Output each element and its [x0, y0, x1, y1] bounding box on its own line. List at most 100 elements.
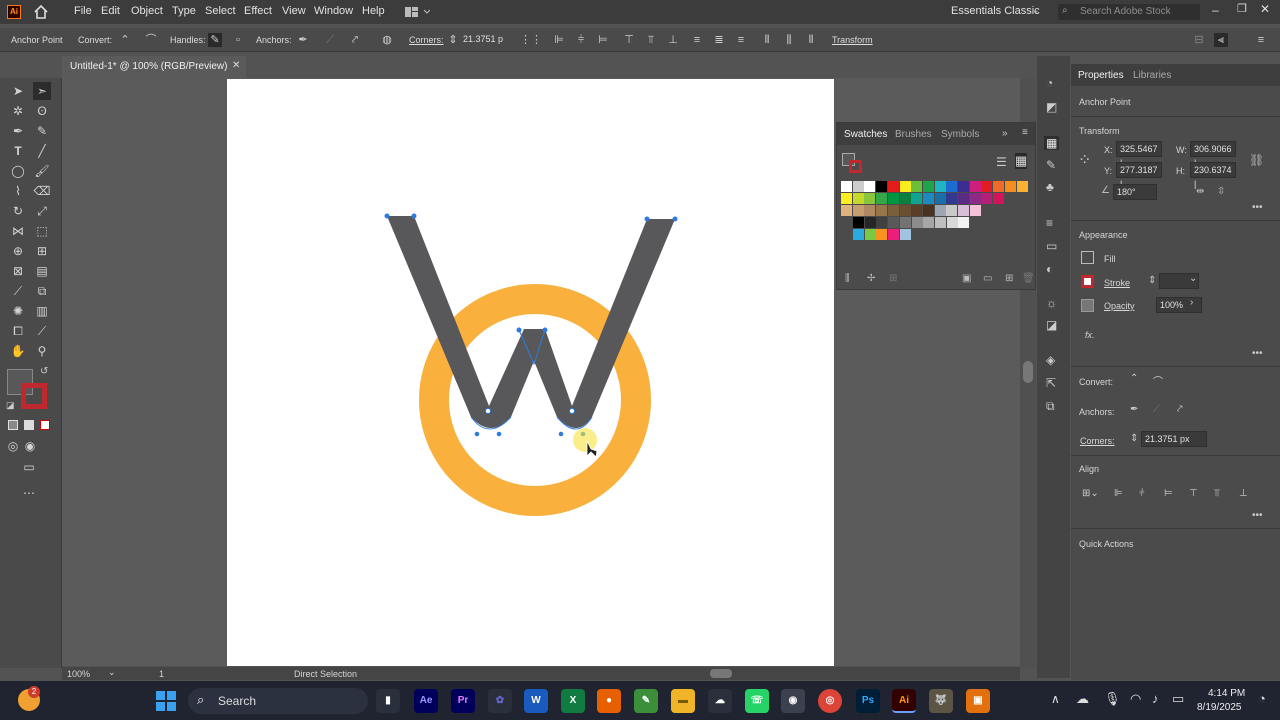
color-swatch[interactable] [993, 193, 1005, 204]
width-tool-icon[interactable]: ⋈ [9, 222, 27, 240]
gradient-panel-icon[interactable]: ▭ [1046, 239, 1057, 253]
flip-horizontal-icon[interactable]: ⇹ [1196, 186, 1204, 197]
new-color-group-icon[interactable]: ▣ [962, 273, 971, 284]
color-swatch[interactable] [876, 205, 888, 216]
color-swatch[interactable] [864, 229, 876, 240]
menu-help[interactable]: Help [362, 5, 385, 17]
color-mode-icon[interactable] [8, 420, 18, 430]
clock-date[interactable]: 8/19/2025 [1197, 702, 1242, 713]
menu-file[interactable]: File [74, 5, 92, 17]
color-swatch[interactable] [841, 205, 852, 216]
swatch-grid[interactable] [841, 181, 1028, 261]
mesh-tool-icon[interactable]: ⊠ [9, 262, 27, 280]
color-swatch[interactable] [946, 181, 958, 192]
firefox-icon[interactable]: ● [597, 689, 621, 713]
tab-swatches[interactable]: Swatches [844, 129, 887, 140]
battery-icon[interactable]: ▭ [1172, 691, 1184, 707]
fx-button[interactable]: fx. [1085, 330, 1095, 340]
list-view-icon[interactable]: ☰ [996, 155, 1007, 169]
color-swatch[interactable] [852, 193, 864, 204]
restore-icon[interactable]: ❐ [1237, 2, 1247, 15]
appearance-icon[interactable]: ☼ [1046, 296, 1057, 310]
home-icon[interactable] [33, 4, 49, 20]
blend-tool-icon[interactable]: ⧉ [33, 282, 51, 300]
notepad-icon[interactable]: ✎ [634, 689, 658, 713]
graph-tool-icon[interactable]: ▥ [33, 302, 51, 320]
color-swatch[interactable] [923, 217, 935, 228]
swatch-libraries-icon[interactable]: ⫼ [845, 273, 850, 284]
task-view-icon[interactable]: ▮ [376, 689, 400, 713]
arrange-documents-icon[interactable] [404, 6, 431, 18]
color-swatch[interactable] [887, 181, 899, 192]
artboards-icon[interactable]: ⧉ [1046, 399, 1055, 414]
color-swatch[interactable] [969, 193, 981, 204]
file-explorer-icon[interactable]: ▬ [671, 689, 695, 713]
color-swatch[interactable] [958, 205, 969, 216]
show-handles-icon[interactable]: ✎ [208, 33, 222, 47]
color-swatch[interactable] [911, 205, 923, 216]
taskbar-search[interactable]: ⌕ Search [188, 688, 368, 714]
artboard-number[interactable]: 1 [159, 669, 164, 679]
color-swatch[interactable] [876, 181, 888, 192]
color-swatch[interactable] [934, 181, 946, 192]
volume-icon[interactable]: ♪ [1152, 691, 1159, 706]
color-swatch[interactable] [852, 181, 864, 192]
color-swatch[interactable] [888, 217, 900, 228]
color-swatch[interactable] [864, 193, 876, 204]
select-similar-icon[interactable]: ⋮⋮ [520, 33, 542, 47]
swatch-options-icon[interactable]: ⊞ [889, 273, 897, 284]
color-swatch[interactable] [899, 205, 911, 216]
brushes-icon[interactable]: ✎ [1046, 158, 1056, 172]
more-options-icon[interactable]: ••• [1252, 348, 1263, 359]
stroke-swatch[interactable] [21, 383, 47, 409]
curvature-tool-icon[interactable]: ✎ [33, 122, 51, 140]
corners-stepper[interactable]: ⇕ [446, 33, 460, 47]
isolate-icon[interactable]: ⤤ [1177, 404, 1183, 415]
color-swatch[interactable] [934, 217, 946, 228]
show-hidden-icons[interactable]: ∧ [1051, 692, 1060, 706]
change-screen-mode-icon[interactable]: ▭ [20, 458, 38, 476]
gimp-icon[interactable]: 🐺 [929, 689, 953, 713]
gradient-mode-icon[interactable] [24, 420, 34, 430]
cut-path-icon[interactable]: ⟋ [323, 33, 337, 47]
direct-selection-tool-icon[interactable]: ➣ [33, 82, 51, 100]
corners-input[interactable]: 21.3751 px [1141, 431, 1207, 447]
chevron-right-icon[interactable]: › [1190, 297, 1193, 308]
stroke-weight-stepper[interactable]: ⇕ [1148, 275, 1156, 286]
stroke-swatch-small[interactable] [1081, 275, 1094, 288]
new-folder-icon[interactable]: ▭ [983, 273, 992, 284]
shaper-tool-icon[interactable]: ⌇ [9, 182, 27, 200]
wifi-icon[interactable]: ◠ [1130, 691, 1141, 707]
remove-anchor-icon[interactable]: ✒ [296, 33, 310, 47]
convert-to-smooth-icon[interactable]: ⌒ [1153, 373, 1163, 388]
layers-icon[interactable]: ◈ [1046, 353, 1055, 367]
align-vcenter-icon[interactable]: ⫪ [1214, 488, 1220, 499]
close-tab-icon[interactable]: ✕ [232, 60, 240, 71]
swap-fill-stroke-icon[interactable]: ↺ [40, 366, 48, 377]
distribute-top-icon[interactable]: ≡ [690, 33, 704, 47]
grid-view-icon[interactable]: ▦ [1015, 153, 1028, 169]
shape-builder-tool-icon[interactable]: ⊕ [9, 242, 27, 260]
zoom-level[interactable]: 100% [67, 669, 90, 679]
gradient-tool-icon[interactable]: ▤ [33, 262, 51, 280]
cut-path-icon[interactable]: ⟋ [1153, 404, 1160, 415]
align-bottom-icon[interactable]: ⊥ [666, 33, 680, 47]
zoom-tool-icon[interactable]: ⚲ [33, 342, 51, 360]
color-swatch[interactable] [864, 205, 876, 216]
menu-object[interactable]: Object [131, 5, 163, 17]
y-input[interactable]: 277.3187 | [1116, 162, 1162, 189]
menu-edit[interactable]: Edit [101, 5, 120, 17]
corners-label[interactable]: Corners: [1080, 436, 1115, 446]
perspective-grid-tool-icon[interactable]: ⊞ [33, 242, 51, 260]
new-swatch-icon[interactable]: ⊞ [1005, 273, 1013, 284]
color-swatch[interactable] [934, 193, 946, 204]
illustrator-app[interactable]: Ai [892, 689, 916, 713]
show-kinds-icon[interactable]: ✢ [867, 273, 875, 284]
convert-to-smooth-icon[interactable]: ⌒ [144, 33, 158, 47]
symbol-sprayer-tool-icon[interactable]: ✺ [9, 302, 27, 320]
tab-brushes[interactable]: Brushes [895, 129, 932, 140]
default-fill-stroke-icon[interactable]: ◪ [6, 400, 15, 411]
color-swatch[interactable] [887, 205, 899, 216]
color-swatch[interactable] [899, 181, 911, 192]
color-swatch[interactable] [887, 193, 899, 204]
